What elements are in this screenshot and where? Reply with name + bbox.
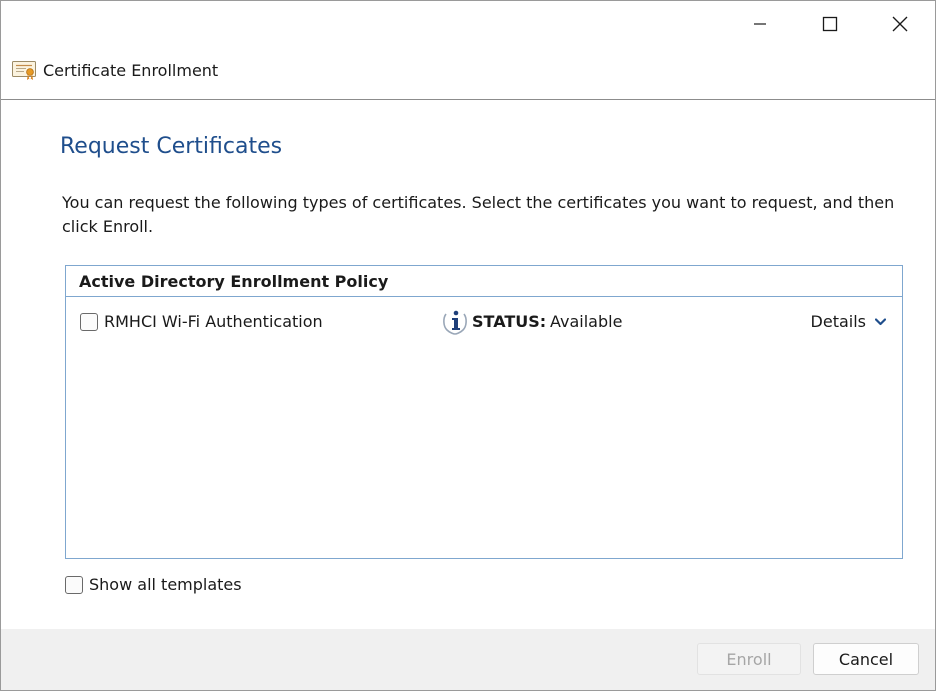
minimize-icon (754, 23, 766, 25)
show-all-templates-checkbox[interactable] (65, 576, 83, 594)
certificate-list: Active Directory Enrollment Policy RMHCI… (65, 265, 903, 559)
show-all-templates-option[interactable]: Show all templates (65, 574, 242, 596)
maximize-button[interactable] (795, 1, 865, 47)
window-caption-buttons (725, 1, 935, 47)
window-header: Certificate Enrollment (1, 47, 935, 100)
status-label: STATUS: (472, 312, 547, 331)
page-title: Request Certificates (60, 134, 283, 159)
certificate-checkbox[interactable] (80, 313, 98, 331)
details-expander[interactable]: Details (811, 312, 886, 332)
status-value: Available (550, 312, 623, 331)
instructions-text: You can request the following types of c… (62, 193, 895, 236)
certificate-icon (12, 61, 36, 81)
certificate-enrollment-window: Certificate Enrollment Request Certifica… (0, 0, 936, 691)
policy-group-header: Active Directory Enrollment Policy (66, 266, 902, 297)
close-icon (892, 16, 908, 32)
enroll-button[interactable]: Enroll (697, 643, 801, 675)
policy-group-title: Active Directory Enrollment Policy (79, 272, 389, 291)
show-all-templates-label[interactable]: Show all templates (89, 575, 242, 595)
maximize-icon (822, 16, 838, 32)
window-title: Certificate Enrollment (43, 61, 219, 80)
details-label: Details (810, 312, 866, 331)
chevron-down-icon (875, 318, 886, 326)
dialog-footer: Enroll Cancel (1, 629, 935, 690)
minimize-button[interactable] (725, 1, 795, 47)
close-button[interactable] (865, 1, 935, 47)
list-item: RMHCI Wi-Fi Authentication STATUS: Avail… (66, 297, 902, 349)
info-icon (443, 310, 467, 335)
certificate-name[interactable]: RMHCI Wi-Fi Authentication (104, 312, 323, 332)
cancel-button[interactable]: Cancel (813, 643, 919, 675)
